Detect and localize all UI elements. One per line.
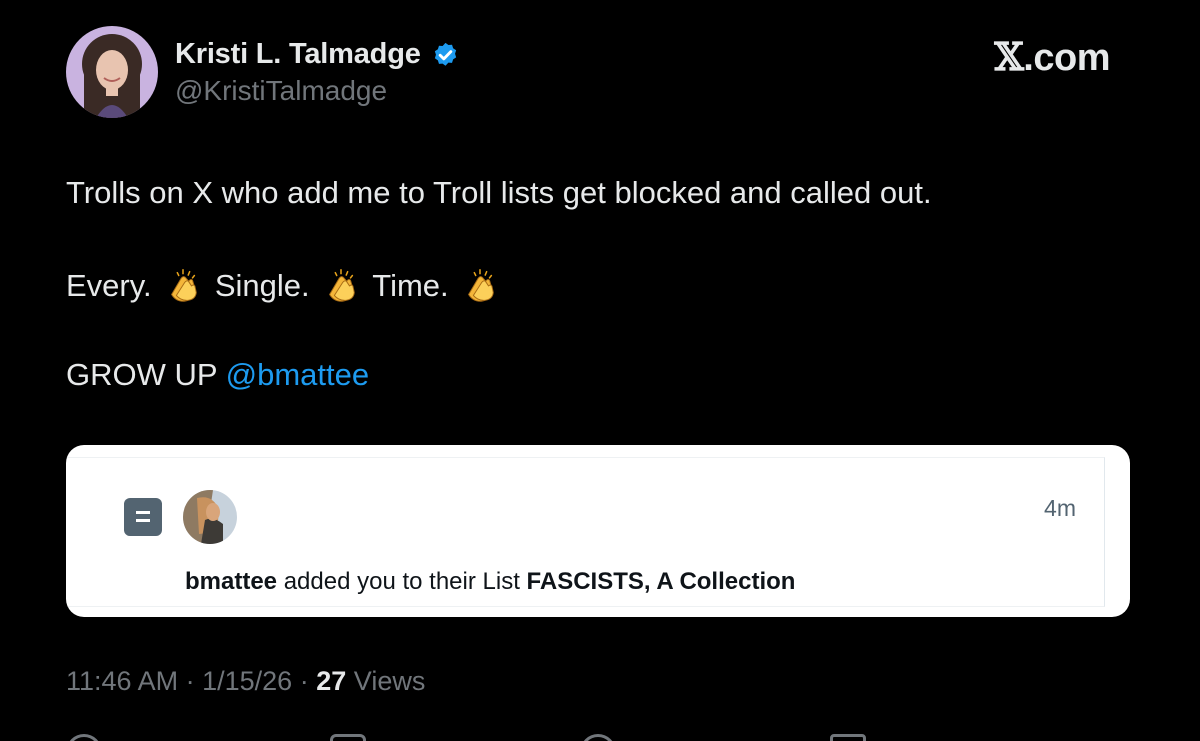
tweet-meta: 11:46 AM · 1/15/26 · 27 Views — [66, 666, 425, 697]
tweet-time[interactable]: 11:46 AM — [66, 666, 178, 696]
notification-card: 4m bmattee added you to their List FASCI… — [66, 445, 1130, 617]
meta-separator: · — [185, 666, 195, 696]
notifier-avatar[interactable] — [183, 490, 237, 544]
verified-badge-icon — [434, 42, 457, 66]
repost-icon[interactable] — [330, 734, 366, 741]
tweet-date[interactable]: 1/15/26 — [202, 666, 292, 696]
notification-username[interactable]: bmattee — [185, 568, 277, 595]
author-handle[interactable]: @KristiTalmadge — [175, 75, 387, 107]
clapping-hands-emoji-icon — [171, 269, 197, 302]
tweet-text-line-2: Every. Single. Time. — [66, 266, 503, 304]
x-com-logo: 𝕏.com — [994, 34, 1110, 80]
notification-text: bmattee added you to their List FASCISTS… — [185, 568, 795, 596]
notification-action: added you to their List — [283, 568, 520, 595]
author-avatar[interactable] — [66, 26, 158, 118]
tweet-word-single: Single. — [214, 268, 310, 303]
bookmark-icon[interactable] — [830, 734, 866, 741]
list-icon-bar — [136, 511, 150, 514]
notification-card-inner: 4m bmattee added you to their List FASCI… — [66, 457, 1105, 607]
tweet-word-time: Time. — [372, 268, 449, 303]
meta-separator: · — [299, 666, 309, 696]
tweet-word-every: Every. — [66, 268, 152, 303]
clapping-hands-emoji-icon — [468, 269, 495, 302]
notifier-avatar-image — [183, 490, 237, 544]
x-logo-domain: .com — [1023, 37, 1110, 79]
mention-link[interactable]: @bmattee — [226, 357, 369, 392]
views-label: Views — [353, 666, 426, 696]
author-display-name[interactable]: Kristi L. Talmadge — [175, 38, 421, 71]
views-count: 27 — [316, 666, 347, 696]
reply-icon[interactable] — [66, 734, 102, 741]
notification-list-name[interactable]: FASCISTS, A Collection — [527, 568, 796, 595]
tweet-text-line-1: Trolls on X who add me to Troll lists ge… — [66, 175, 932, 210]
author-avatar-image — [66, 26, 158, 118]
x-logo-letter: 𝕏 — [994, 34, 1024, 79]
action-bar — [0, 728, 1200, 741]
like-icon[interactable] — [580, 734, 616, 741]
notification-time: 4m — [1044, 495, 1076, 521]
clapping-hands-emoji-icon — [329, 269, 356, 302]
list-icon-bar — [136, 519, 150, 522]
tweet-text-grow-up: GROW UP — [66, 357, 217, 392]
list-icon — [124, 498, 162, 536]
tweet-text-line-3: GROW UP @bmattee — [66, 357, 369, 393]
